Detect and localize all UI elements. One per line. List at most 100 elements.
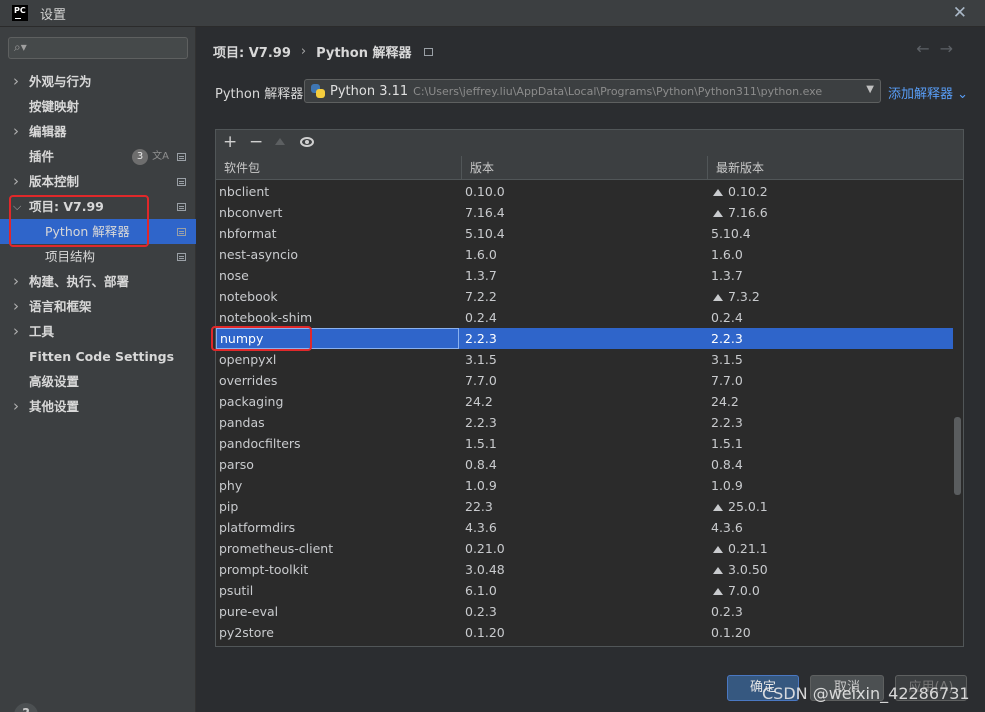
table-row[interactable]: nest-asyncio 1.6.0 1.6.0 [216, 244, 953, 265]
sidebar-item[interactable]: Fitten Code Settings [0, 344, 196, 369]
package-latest-version: 7.16.6 [711, 202, 768, 223]
package-version: 1.5.1 [465, 436, 497, 451]
chevron-right-icon[interactable]: › [13, 319, 19, 344]
package-name: overrides [219, 373, 278, 388]
table-row[interactable]: numpy 2.2.3 2.2.3 [216, 328, 953, 349]
package-name: pip [219, 499, 239, 514]
sidebar-item[interactable]: › 外观与行为 [0, 69, 196, 94]
package-version: 24.2 [465, 394, 493, 409]
table-row[interactable]: prompt-toolkit 3.0.48 3.0.50 [216, 559, 953, 580]
package-latest-version: 3.0.50 [711, 559, 768, 580]
latest-version-text: 1.3.7 [711, 268, 743, 283]
chevron-right-icon[interactable]: › [13, 169, 19, 194]
close-icon[interactable]: ✕ [953, 3, 967, 23]
search-input[interactable] [33, 40, 183, 56]
package-version: 4.3.6 [465, 520, 497, 535]
package-name: nose [219, 268, 249, 283]
chevron-right-icon[interactable]: › [13, 394, 19, 419]
sidebar-item[interactable]: 项目结构 [0, 244, 196, 269]
forward-arrow-icon[interactable]: → [940, 39, 963, 58]
package-version: 2.2.3 [465, 331, 497, 346]
add-package-button[interactable]: + [223, 132, 237, 152]
eye-icon[interactable] [300, 137, 314, 147]
project-scope-icon [177, 178, 186, 186]
table-row[interactable]: phy 1.0.9 1.0.9 [216, 475, 953, 496]
table-row[interactable]: py2store 0.1.20 0.1.20 [216, 622, 953, 643]
chevron-right-icon[interactable]: › [13, 119, 19, 144]
latest-version-text: 1.6.0 [711, 247, 743, 262]
table-row[interactable]: platformdirs 4.3.6 4.3.6 [216, 517, 953, 538]
upgrade-available-icon [713, 209, 723, 217]
package-panel: + − 软件包 版本 最新版本 nbclient 0.10.0 0.10.2 nbco… [215, 129, 964, 647]
sidebar-item-label: 工具 [29, 324, 55, 339]
header-version[interactable]: 版本 [462, 156, 708, 180]
package-latest-version: 7.3.2 [711, 286, 760, 307]
package-latest-version: 1.5.1 [711, 433, 743, 454]
upgrade-package-icon[interactable] [275, 138, 285, 145]
table-row[interactable]: nbformat 5.10.4 5.10.4 [216, 223, 953, 244]
table-row[interactable]: notebook-shim 0.2.4 0.2.4 [216, 307, 953, 328]
chevron-down-icon: ▼ [866, 84, 874, 95]
package-latest-version: 5.10.4 [711, 223, 751, 244]
table-row[interactable]: pure-eval 0.2.3 0.2.3 [216, 601, 953, 622]
sidebar-item-label: 构建、执行、部署 [29, 274, 130, 289]
title-bar: PC 设置 ✕ [0, 0, 985, 27]
package-version: 3.0.48 [465, 562, 505, 577]
add-interpreter-link[interactable]: 添加解释器 ⌄ [888, 83, 968, 102]
header-latest-version[interactable]: 最新版本 [708, 156, 953, 180]
package-version: 7.7.0 [465, 373, 497, 388]
table-row[interactable]: parso 0.8.4 0.8.4 [216, 454, 953, 475]
table-row[interactable]: nose 1.3.7 1.3.7 [216, 265, 953, 286]
table-row[interactable]: pip 22.3 25.0.1 [216, 496, 953, 517]
package-latest-version: 0.10.2 [711, 181, 768, 202]
package-version: 6.1.0 [465, 583, 497, 598]
chevron-right-icon[interactable]: › [13, 294, 19, 319]
table-row[interactable]: psutil 6.1.0 7.0.0 [216, 580, 953, 601]
help-button[interactable]: ? [14, 703, 38, 712]
table-row[interactable]: prometheus-client 0.21.0 0.21.1 [216, 538, 953, 559]
sidebar-item[interactable]: › 编辑器 [0, 119, 196, 144]
sidebar-item[interactable]: 按键映射 [0, 94, 196, 119]
remove-package-button[interactable]: − [249, 132, 263, 152]
table-row[interactable]: overrides 7.7.0 7.7.0 [216, 370, 953, 391]
breadcrumb-project[interactable]: 项目: V7.99 [213, 42, 291, 61]
sidebar-item[interactable]: › 语言和框架 [0, 294, 196, 319]
package-latest-version: 0.1.20 [711, 622, 751, 643]
package-latest-version: 7.7.0 [711, 370, 743, 391]
sidebar-item[interactable]: › 构建、执行、部署 [0, 269, 196, 294]
package-name: nbconvert [219, 205, 283, 220]
interpreter-dropdown[interactable]: Python 3.11 C:\Users\jeffrey.liu\AppData… [304, 79, 881, 103]
sidebar-item[interactable]: 高级设置 [0, 369, 196, 394]
chevron-right-icon[interactable]: › [13, 69, 19, 94]
chevron-right-icon[interactable]: › [13, 269, 19, 294]
project-scope-icon [177, 203, 186, 211]
table-row[interactable]: packaging 24.2 24.2 [216, 391, 953, 412]
latest-version-text: 7.7.0 [711, 373, 743, 388]
table-row[interactable]: notebook 7.2.2 7.3.2 [216, 286, 953, 307]
table-row[interactable]: pandas 2.2.3 2.2.3 [216, 412, 953, 433]
latest-version-text: 7.16.6 [728, 205, 768, 220]
project-scope-icon [177, 153, 186, 161]
sidebar-item-label: 语言和框架 [29, 299, 92, 314]
back-arrow-icon[interactable]: ← [916, 39, 939, 58]
table-row[interactable]: nbclient 0.10.0 0.10.2 [216, 181, 953, 202]
package-name: pure-eval [219, 604, 279, 619]
package-latest-version: 7.0.0 [711, 580, 760, 601]
package-latest-version: 0.2.3 [711, 601, 743, 622]
package-latest-version: 1.6.0 [711, 244, 743, 265]
table-row[interactable]: nbconvert 7.16.4 7.16.6 [216, 202, 953, 223]
sidebar-item[interactable]: › 版本控制 [0, 169, 196, 194]
sidebar-item[interactable]: 插件 3 文A [0, 144, 196, 169]
table-scrollbar[interactable] [954, 417, 961, 495]
history-nav[interactable]: ←→ [916, 39, 963, 58]
sidebar-item[interactable]: › 其他设置 [0, 394, 196, 419]
project-scope-icon [177, 253, 186, 261]
sidebar-item[interactable]: › 工具 [0, 319, 196, 344]
table-row[interactable]: pandocfilters 1.5.1 1.5.1 [216, 433, 953, 454]
settings-search[interactable]: ⌕▾ [8, 37, 188, 59]
header-package[interactable]: 软件包 [216, 156, 462, 180]
breadcrumb-separator: › [300, 44, 307, 59]
package-name: notebook-shim [219, 310, 313, 325]
package-name: packaging [219, 394, 284, 409]
table-row[interactable]: openpyxl 3.1.5 3.1.5 [216, 349, 953, 370]
